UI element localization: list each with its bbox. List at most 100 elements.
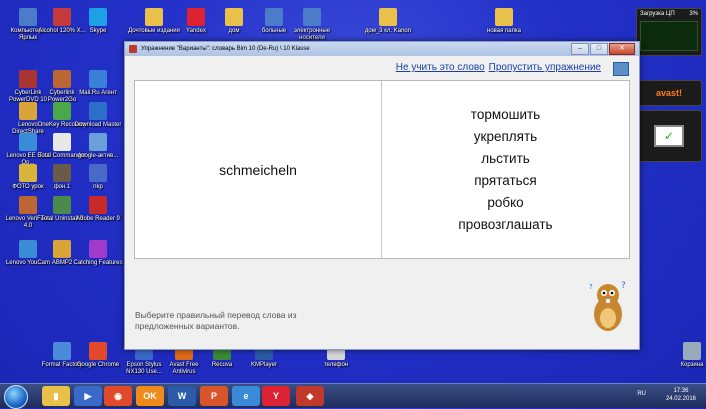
choice-option[interactable]: провозглашать — [458, 216, 552, 234]
desktop-icon-label: google-актив... — [77, 153, 119, 159]
clock-date: 24.02.2016 — [665, 396, 696, 402]
window-titlebar[interactable]: Упражнение "Варианты": словарь Bim 10 (D… — [125, 42, 639, 56]
exercise-panel: schmeicheln тормошить укреплять льстить … — [134, 80, 630, 259]
desktop-icon[interactable]: Google Chrome — [72, 342, 124, 369]
folder-glyph-icon — [495, 8, 513, 26]
svg-text:?: ? — [589, 283, 593, 291]
choice-option[interactable]: робко — [487, 194, 523, 212]
folder-label: электронные носители — [293, 28, 331, 41]
folder-icon[interactable]: новая папка — [478, 8, 530, 35]
ok-taskbar-icon[interactable]: OK — [136, 386, 164, 406]
window-title: Упражнение "Варианты": словарь Bim 10 (D… — [141, 46, 310, 52]
app-icon — [89, 240, 107, 258]
choice-option[interactable]: прятаться — [474, 172, 537, 190]
desktop-icon[interactable]: Skype — [72, 8, 124, 35]
desktop-icon-label: Download Master — [74, 122, 122, 128]
desktop-icon-label: nkp — [93, 184, 103, 190]
word-taskbar-icon[interactable]: W — [168, 386, 196, 406]
language-indicator[interactable]: RU — [637, 391, 646, 397]
taskbar: ▮ ▶ ◉ OK W Pe Y ◆ RU 17:36 24.02.2016 — [0, 383, 706, 409]
grid-icon[interactable] — [613, 62, 629, 76]
links-bar: Не учить это слово Пропустить упражнение — [396, 62, 601, 73]
app-icon — [89, 133, 107, 151]
app-icon — [53, 196, 71, 214]
yandex-taskbar-icon[interactable]: Y — [262, 386, 290, 406]
instruction-text: Выберите правильный перевод слова из пре… — [135, 310, 297, 331]
folder-icon[interactable]: дом_3 кл. Kanon — [362, 8, 414, 35]
desktop-icon[interactable]: Mail.Ru Агент — [72, 70, 124, 97]
app-icon — [19, 196, 37, 214]
app-icon — [89, 70, 107, 88]
desktop-icon-label: Mail.Ru Агент — [79, 90, 117, 96]
ie-taskbar-icon[interactable]: e — [232, 386, 260, 406]
desktop-icon-label: KMPlayer — [250, 362, 277, 368]
desktop-icon-label: Catching Features — [73, 260, 123, 266]
app-icon — [19, 102, 37, 120]
folder-label: новая папка — [487, 28, 521, 34]
app-icon — [53, 133, 71, 151]
explorer-taskbar-icon[interactable]: ▮ — [42, 386, 70, 406]
media-taskbar-icon[interactable]: ▶ — [74, 386, 102, 406]
folder-glyph-icon — [145, 8, 163, 26]
app-icon — [19, 240, 37, 258]
desktop-icon-label: телефон — [323, 362, 349, 368]
app-icon — [19, 133, 37, 151]
avast-label: avast! — [655, 88, 682, 98]
app-icon — [19, 70, 37, 88]
desktop-icon-label: Skype — [89, 28, 107, 34]
app-icon — [53, 164, 71, 182]
desktop-icon[interactable]: Корзина — [666, 342, 706, 369]
desktop-icon[interactable]: Download Master — [72, 102, 124, 129]
clock[interactable]: 17:36 24.02.2016 — [666, 387, 696, 403]
question-word: schmeicheln — [219, 161, 297, 178]
cpu-gadget: Загрузка ЦП 3% — [636, 8, 702, 56]
word-pane: schmeicheln — [135, 81, 382, 258]
beaver-mascot-icon: ? ? — [589, 281, 626, 331]
svg-text:?: ? — [621, 281, 626, 291]
app-icon — [19, 8, 37, 26]
cpu-gadget-percent: 3% — [689, 11, 698, 17]
folder-icon[interactable]: электронные носители — [286, 8, 338, 42]
desktop-icon-label: Google Chrome — [76, 362, 120, 368]
desktop-icon[interactable]: Catching Features — [72, 240, 124, 267]
app-icon — [53, 342, 71, 360]
choice-option[interactable]: тормошить — [471, 106, 540, 124]
choice-option[interactable]: льстить — [481, 150, 530, 168]
skip-exercise-link[interactable]: Пропустить упражнение — [489, 62, 601, 73]
app-icon — [89, 164, 107, 182]
avast-gadget: avast! — [636, 80, 702, 106]
app-icon — [89, 8, 107, 26]
app-taskbar-icon[interactable]: ◆ — [296, 386, 324, 406]
app-icon — [19, 164, 37, 182]
exercise-window: Упражнение "Варианты": словарь Bim 10 (D… — [124, 41, 640, 350]
app-icon — [53, 240, 71, 258]
skip-word-link[interactable]: Не учить это слово — [396, 62, 485, 73]
monitor-gadget: ✓ — [636, 110, 702, 162]
app-icon — [53, 8, 71, 26]
desktop-icon[interactable]: google-актив... — [72, 133, 124, 160]
app-icon — [683, 342, 701, 360]
start-button[interactable] — [4, 385, 28, 409]
app-icon — [89, 102, 107, 120]
maximize-button[interactable]: □ — [590, 43, 608, 55]
folder-label: дом_3 кл. Kanon — [364, 28, 412, 34]
chrome-taskbar-icon[interactable]: ◉ — [104, 386, 132, 406]
choices-list: тормошить укреплять льстить прятаться ро… — [382, 81, 629, 258]
desktop-icon[interactable]: nkp — [72, 164, 124, 191]
folder-glyph-icon — [187, 8, 205, 26]
app-icon — [89, 196, 107, 214]
powerpoint-taskbar-icon[interactable]: P — [200, 386, 228, 406]
desktop-icon-label: Корзина — [680, 362, 704, 368]
desktop-icon[interactable]: Adobe Reader 9 — [72, 196, 124, 223]
choice-option[interactable]: укреплять — [474, 128, 537, 146]
minimize-button[interactable]: – — [571, 43, 589, 55]
folder-glyph-icon — [379, 8, 397, 26]
app-icon — [53, 70, 71, 88]
clock-time: 17:36 — [673, 388, 689, 394]
cpu-graph — [640, 21, 698, 51]
close-button[interactable]: ✕ — [609, 43, 635, 55]
cpu-gadget-title: Загрузка ЦП — [640, 11, 675, 17]
folder-glyph-icon — [225, 8, 243, 26]
folder-glyph-icon — [265, 8, 283, 26]
folder-glyph-icon — [303, 8, 321, 26]
